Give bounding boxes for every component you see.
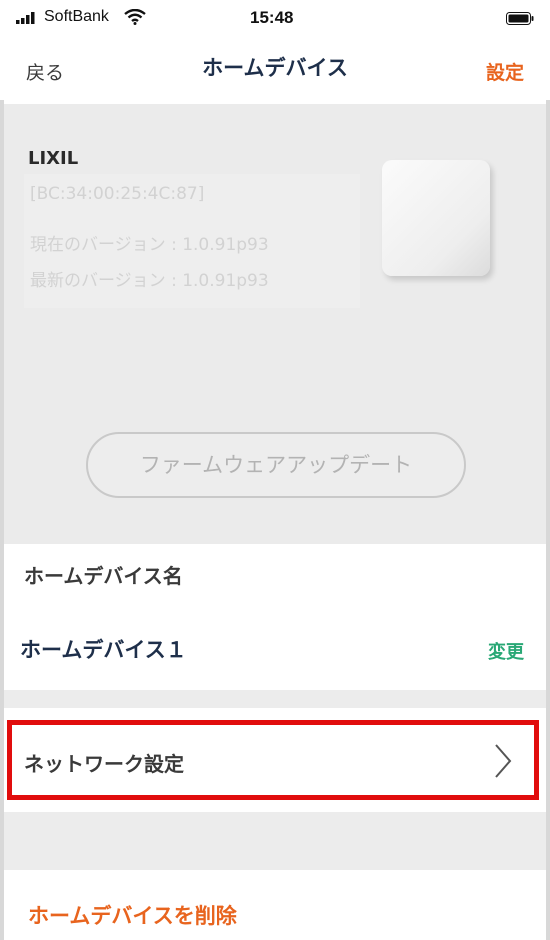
device-model-name: LIXIL: [28, 148, 79, 169]
battery-icon: [506, 12, 534, 25]
right-edge-shadow: [546, 38, 550, 940]
mac-address: [BC:34:00:25:4C:87]: [30, 184, 205, 204]
change-name-button[interactable]: 変更: [488, 638, 524, 664]
settings-button[interactable]: 設定: [486, 58, 524, 85]
carrier-name: SoftBank: [44, 8, 109, 25]
page-title: ホームデバイス: [202, 56, 348, 80]
device-info-panel: LIXIL [BC:34:00:25:4C:87] 現在のバージョン : 1.0…: [4, 104, 546, 588]
section-divider: [4, 690, 546, 708]
device-name-value: ホームデバイス１: [20, 638, 187, 662]
firmware-update-button[interactable]: ファームウェアアップデート: [86, 432, 466, 498]
device-name-section-label: ホームデバイス名: [24, 564, 183, 588]
device-info-block: [BC:34:00:25:4C:87] 現在のバージョン : 1.0.91p93…: [24, 174, 360, 308]
navigation-bar: 戻る ホームデバイス 設定: [0, 38, 550, 100]
cellular-signal-icon: [16, 12, 35, 24]
wifi-icon: [124, 9, 146, 25]
current-version: 現在のバージョン : 1.0.91p93: [30, 235, 269, 255]
network-settings-row[interactable]: ネットワーク設定: [7, 720, 539, 800]
status-time: 15:48: [250, 8, 294, 27]
device-name-row: ホームデバイス１ 変更: [4, 606, 546, 690]
latest-version: 最新のバージョン : 1.0.91p93: [30, 271, 269, 291]
delete-device-button[interactable]: ホームデバイスを削除: [28, 900, 237, 930]
chevron-right-icon: [495, 744, 512, 778]
device-image: [382, 160, 490, 276]
network-settings-label: ネットワーク設定: [24, 752, 184, 776]
status-bar: SoftBank 15:48: [0, 0, 550, 38]
spacer-area: [4, 812, 546, 870]
